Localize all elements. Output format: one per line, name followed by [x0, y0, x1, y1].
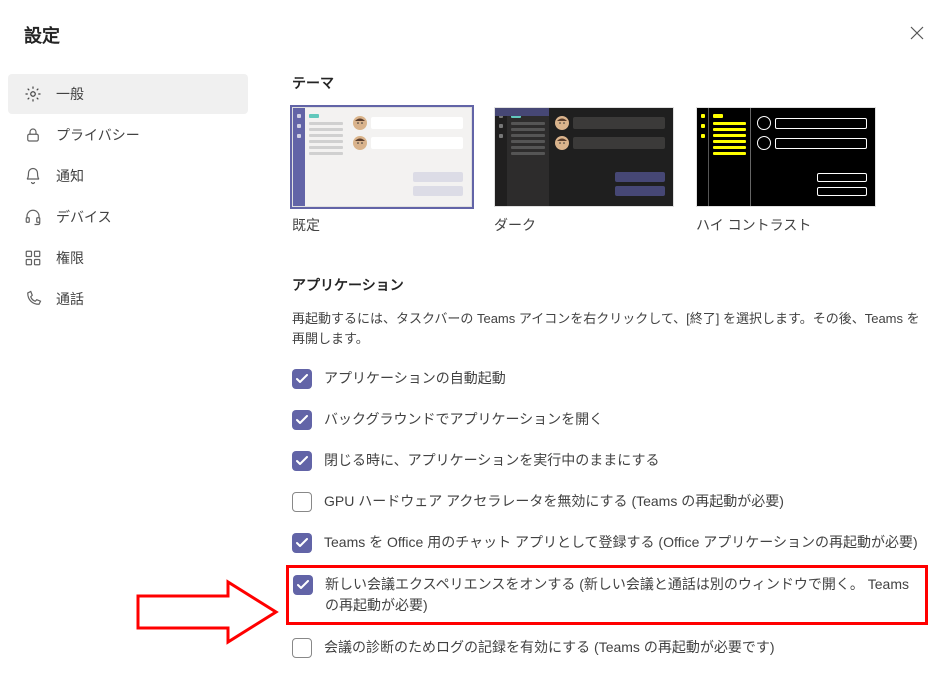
checkbox-keep_running[interactable] — [292, 451, 312, 471]
checkbox-label: 新しい会議エクスペリエンスをオンする (新しい会議と通話は別のウィンドウで開く。… — [325, 574, 921, 616]
checkbox-row-diagnostic_log: 会議の診断のためログの記録を有効にする (Teams の再起動が必要です) — [292, 635, 922, 660]
checkbox-label: Teams を Office 用のチャット アプリとして登録する (Office… — [324, 532, 918, 553]
application-checkbox-list: アプリケーションの自動起動バックグラウンドでアプリケーションを開く閉じる時に、ア… — [292, 366, 922, 660]
theme-preview — [696, 107, 876, 207]
theme-row: 既定 ダーク ハイ コントラスト — [292, 107, 922, 235]
sidebar-item-devices[interactable]: デバイス — [8, 197, 248, 237]
checkbox-row-keep_running: 閉じる時に、アプリケーションを実行中のままにする — [292, 448, 922, 473]
checkbox-row-open_background: バックグラウンドでアプリケーションを開く — [292, 407, 922, 432]
checkbox-disable_gpu[interactable] — [292, 492, 312, 512]
sidebar-item-label: プライバシー — [56, 125, 140, 145]
sidebar-item-label: 通話 — [56, 289, 84, 309]
checkbox-label: 閉じる時に、アプリケーションを実行中のままにする — [324, 450, 659, 471]
theme-option-highcontrast[interactable]: ハイ コントラスト — [696, 107, 876, 235]
page-title: 設定 — [24, 22, 60, 48]
sidebar-item-label: 一般 — [56, 84, 84, 104]
phone-icon — [24, 290, 42, 308]
theme-option-dark[interactable]: ダーク — [494, 107, 674, 235]
application-section-title: アプリケーション — [292, 275, 922, 295]
sidebar-item-label: 権限 — [56, 248, 84, 268]
theme-section-title: テーマ — [292, 73, 922, 93]
sidebar-item-general[interactable]: 一般 — [8, 74, 248, 114]
sidebar-item-privacy[interactable]: プライバシー — [8, 115, 248, 155]
headset-icon — [24, 208, 42, 226]
sidebar-item-label: デバイス — [56, 207, 112, 227]
checkbox-label: アプリケーションの自動起動 — [324, 368, 506, 389]
close-icon — [910, 24, 924, 44]
lock-icon — [24, 126, 42, 144]
checkbox-row-new_meeting_experience: 新しい会議エクスペリエンスをオンする (新しい会議と通話は別のウィンドウで開く。… — [293, 572, 921, 618]
checkbox-label: 会議の診断のためログの記録を有効にする (Teams の再起動が必要です) — [324, 637, 774, 658]
checkbox-row-auto_start: アプリケーションの自動起動 — [292, 366, 922, 391]
theme-preview — [494, 107, 674, 207]
sidebar-item-notifications[interactable]: 通知 — [8, 156, 248, 196]
checkbox-diagnostic_log[interactable] — [292, 638, 312, 658]
theme-label: ハイ コントラスト — [696, 215, 876, 235]
checkbox-auto_start[interactable] — [292, 369, 312, 389]
bell-icon — [24, 167, 42, 185]
annotation-highlight-box: 新しい会議エクスペリエンスをオンする (新しい会議と通話は別のウィンドウで開く。… — [286, 565, 928, 625]
checkbox-register_office[interactable] — [292, 533, 312, 553]
theme-label: ダーク — [494, 215, 674, 235]
checkbox-open_background[interactable] — [292, 410, 312, 430]
sidebar-item-permissions[interactable]: 権限 — [8, 238, 248, 278]
checkbox-label: バックグラウンドでアプリケーションを開く — [324, 409, 603, 430]
gear-icon — [24, 85, 42, 103]
theme-option-default[interactable]: 既定 — [292, 107, 472, 235]
apps-icon — [24, 249, 42, 267]
checkbox-row-register_office: Teams を Office 用のチャット アプリとして登録する (Office… — [292, 530, 922, 555]
sidebar-item-calls[interactable]: 通話 — [8, 279, 248, 319]
application-description: 再起動するには、タスクバーの Teams アイコンを右クリックして、[終了] を… — [292, 309, 922, 348]
close-button[interactable] — [906, 20, 928, 49]
theme-label: 既定 — [292, 215, 472, 235]
checkbox-row-disable_gpu: GPU ハードウェア アクセラレータを無効にする (Teams の再起動が必要) — [292, 489, 922, 514]
sidebar-item-label: 通知 — [56, 166, 84, 186]
main-panel: テーマ 既定 ダーク ハイ コントラスト アプリケーション 再起動するには、タスクバ… — [248, 61, 952, 676]
checkbox-label: GPU ハードウェア アクセラレータを無効にする (Teams の再起動が必要) — [324, 491, 784, 512]
sidebar: 一般プライバシー通知デバイス権限通話 — [8, 61, 248, 676]
theme-preview — [292, 107, 472, 207]
checkbox-new_meeting_experience[interactable] — [293, 575, 313, 595]
